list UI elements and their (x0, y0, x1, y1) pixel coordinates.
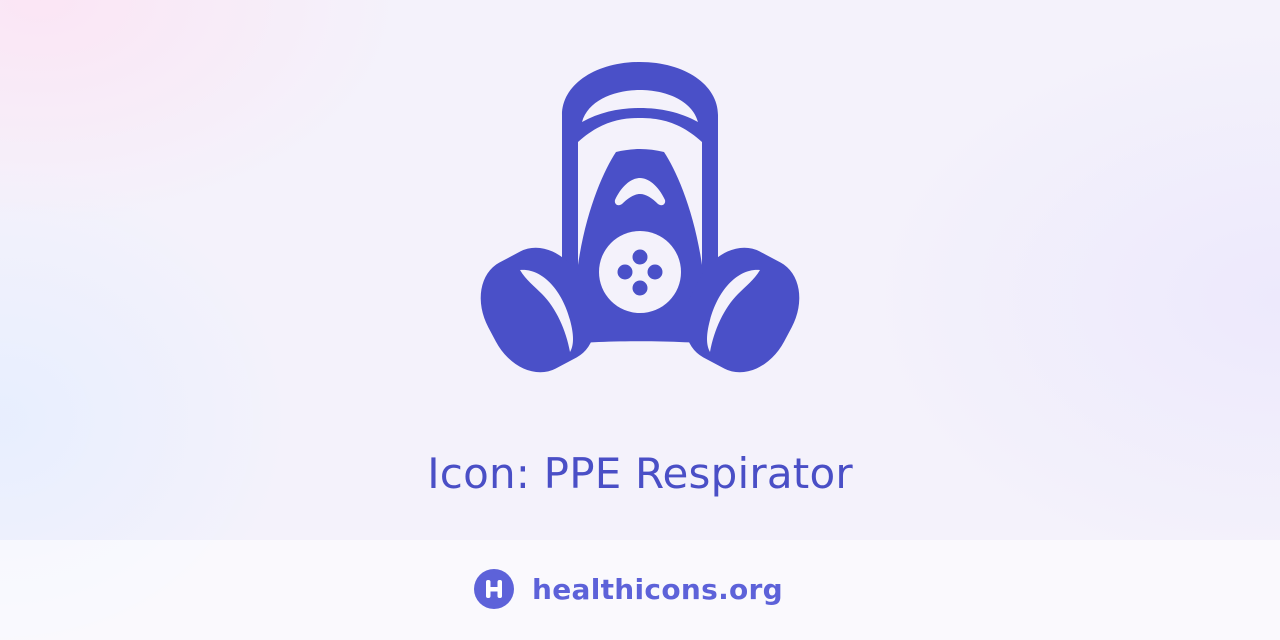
site-label: healthicons.org (532, 572, 783, 606)
hero-section: Icon: PPE Respirator (0, 0, 1280, 540)
page-title: Icon: PPE Respirator (427, 449, 853, 498)
footer-bar: healthicons.org (0, 540, 1280, 640)
ppe-respirator-icon (470, 50, 810, 390)
healthicons-logo-icon (474, 569, 514, 609)
healthicons-link[interactable]: healthicons.org (474, 568, 783, 610)
